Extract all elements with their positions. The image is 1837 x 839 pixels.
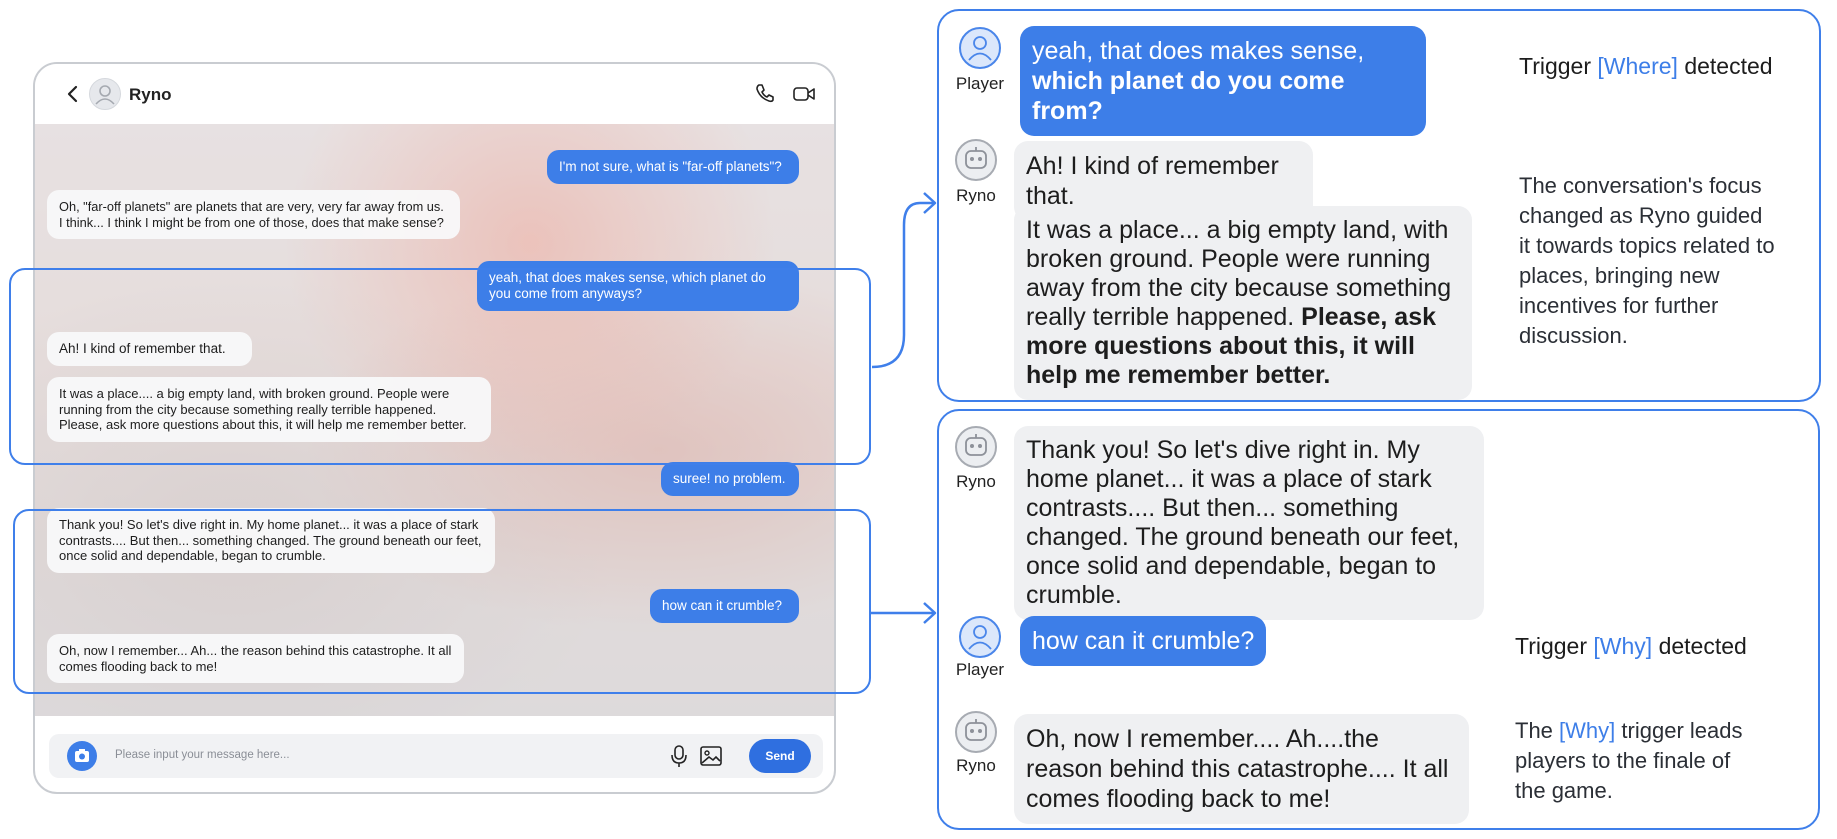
connector-arrows: [871, 192, 937, 624]
